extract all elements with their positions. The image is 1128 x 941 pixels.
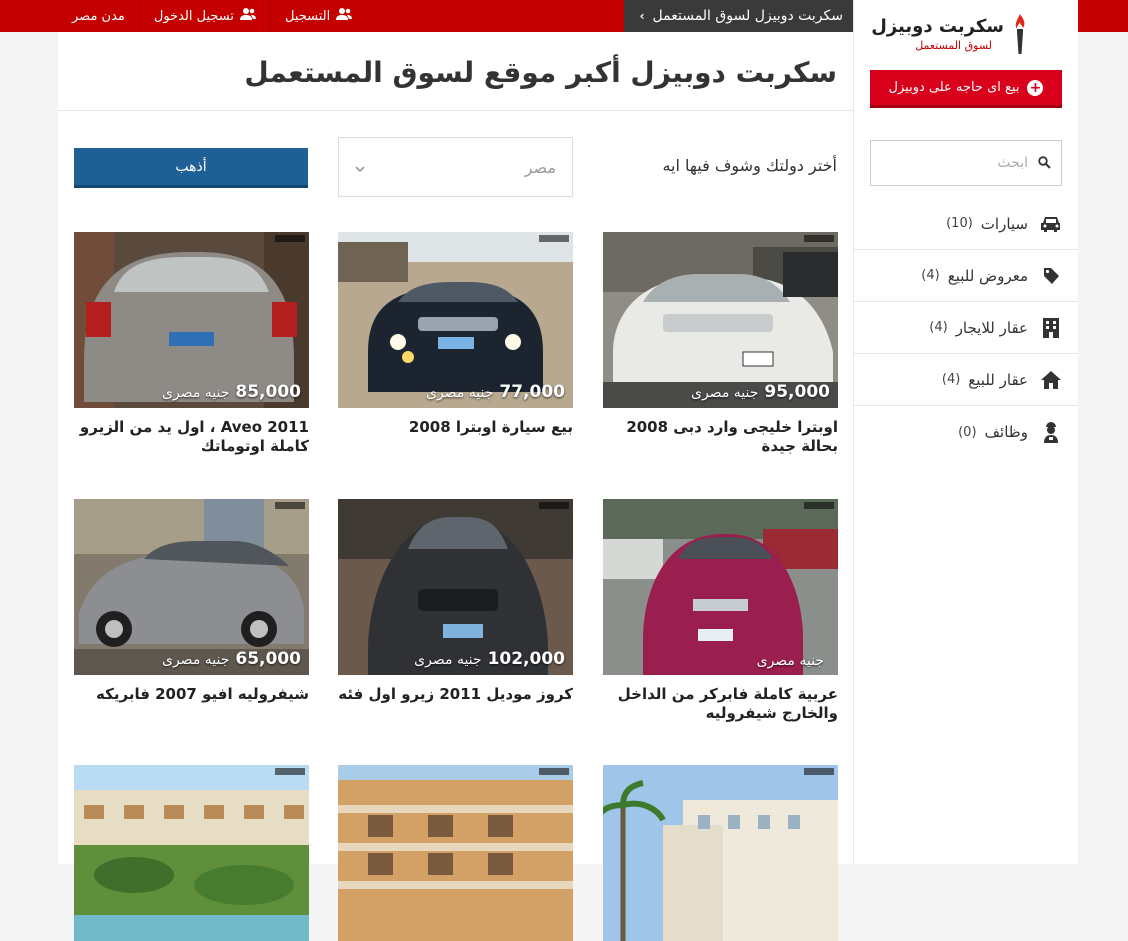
listing-title[interactable]: بيع سيارة اوبترا 2008 — [338, 418, 573, 437]
top-links: مدن مصر تسجيل الدخول التسجيل — [58, 0, 366, 32]
listing-title[interactable]: شيفروليه افيو 2007 فابريكه — [74, 685, 309, 704]
category-list: سيارات (10) معروض للبيع (4) عقار للايجار… — [854, 198, 1078, 458]
divider — [58, 110, 853, 111]
listing-image[interactable]: 65,000 جنيه مصرى — [74, 499, 309, 675]
watermark — [539, 502, 569, 509]
listing-price: 85,000 جنيه مصرى — [162, 382, 301, 402]
country-select[interactable]: مصر — [338, 137, 573, 197]
price-value: 102,000 — [487, 649, 565, 669]
chevron-left-icon: › — [639, 9, 645, 23]
site-title-text: سكربت دوبيزل لسوق المستعمل — [652, 8, 843, 24]
price-currency: جنيه مصرى — [162, 652, 230, 668]
category-rent[interactable]: عقار للايجار (4) — [854, 302, 1078, 354]
category-name: سيارات — [980, 214, 1028, 233]
price-value: 95,000 — [764, 382, 830, 402]
sell-button-label: بيع اى حاجه على دوبيزل — [888, 80, 1020, 95]
watermark — [539, 235, 569, 242]
category-count: (4) — [941, 372, 961, 387]
listing-image[interactable] — [603, 765, 838, 941]
listing-price: 77,000 جنيه مصرى — [426, 382, 565, 402]
listing-image[interactable]: جنيه مصرى — [603, 499, 838, 675]
category-for-sale[interactable]: معروض للبيع (4) — [854, 250, 1078, 302]
listing-title[interactable]: عربية كاملة فابركر من الداخل والخارج شيف… — [603, 685, 838, 723]
price-value: 77,000 — [499, 382, 565, 402]
sidebar: سكربت دوبيزل لسوق المستعمل + بيع اى حاجه… — [852, 0, 1078, 864]
watermark — [275, 768, 305, 775]
watermark — [275, 235, 305, 242]
search-input[interactable] — [852, 154, 1030, 172]
top-link-cities-label: مدن مصر — [72, 8, 125, 24]
category-count: (4) — [921, 268, 940, 283]
register-link[interactable]: التسجيل — [270, 0, 366, 32]
plus-circle-icon: + — [1027, 79, 1044, 96]
go-button[interactable]: أذهب — [74, 148, 308, 188]
price-value: 85,000 — [235, 382, 301, 402]
watermark — [804, 768, 834, 775]
listing-price: 102,000 جنيه مصرى — [414, 649, 565, 669]
watermark — [539, 768, 569, 775]
logo-sub-text: لسوق المستعمل — [915, 39, 992, 52]
top-link-cities[interactable]: مدن مصر — [58, 0, 139, 32]
category-name: عقار للايجار — [955, 318, 1028, 337]
listing-price: جنيه مصرى — [757, 653, 830, 669]
price-value: 65,000 — [235, 649, 301, 669]
listing-image[interactable]: 102,000 جنيه مصرى — [338, 499, 573, 675]
price-currency: جنيه مصرى — [756, 653, 824, 669]
listing-title[interactable]: كروز موديل 2011 زيرو اول فئه — [338, 685, 573, 704]
watermark — [275, 502, 305, 509]
tag-icon — [1040, 265, 1062, 287]
listing-image[interactable] — [74, 765, 309, 941]
listing-title[interactable]: اوبترا خليجى وارد دبى 2008 بحالة جيدة — [603, 418, 838, 456]
listing-image[interactable]: 85,000 جنيه مصرى — [74, 232, 309, 408]
category-jobs[interactable]: وظائف (0) — [854, 406, 1078, 458]
chevron-down-icon — [355, 158, 365, 177]
search-box — [852, 140, 1062, 186]
home-icon — [1040, 369, 1062, 391]
search-icon[interactable] — [1038, 154, 1051, 173]
listing-price: 65,000 جنيه مصرى — [162, 649, 301, 669]
country-select-value: مصر — [524, 157, 556, 177]
category-name: معروض للبيع — [947, 266, 1028, 285]
login-link-label: تسجيل الدخول — [153, 8, 234, 24]
listing-image[interactable]: 77,000 جنيه مصرى — [338, 232, 573, 408]
site-logo[interactable]: سكربت دوبيزل لسوق المستعمل — [871, 12, 1030, 58]
site-title-tab[interactable]: سكربت دوبيزل لسوق المستعمل › — [624, 0, 853, 32]
price-currency: جنيه مصرى — [414, 652, 482, 668]
price-currency: جنيه مصرى — [426, 385, 494, 401]
price-currency: جنيه مصرى — [162, 385, 230, 401]
sell-button[interactable]: + بيع اى حاجه على دوبيزل — [870, 70, 1062, 108]
register-link-label: التسجيل — [285, 8, 331, 24]
listing-price: 95,000 جنيه مصرى — [691, 382, 830, 402]
watermark — [804, 235, 834, 242]
category-count: (4) — [929, 320, 948, 335]
listing-image[interactable]: 95,000 جنيه مصرى — [603, 232, 838, 408]
listing-image[interactable] — [338, 765, 573, 941]
login-link[interactable]: تسجيل الدخول — [138, 0, 270, 32]
category-name: عقار للبيع — [968, 370, 1028, 389]
page-title: سكربت دوبيزل أكبر موقع لسوق المستعمل — [244, 56, 837, 89]
users-icon — [336, 7, 353, 25]
category-property-sale[interactable]: عقار للبيع (4) — [854, 354, 1078, 406]
logo-main-text: سكربت دوبيزل — [871, 16, 1004, 37]
category-count: (0) — [958, 424, 977, 440]
building-icon — [1040, 317, 1062, 339]
listing-title[interactable]: Aveo 2011 ، اول يد من الزيرو كاملة اوتوم… — [74, 418, 309, 456]
torch-icon — [1015, 14, 1025, 54]
watermark — [804, 502, 834, 509]
price-currency: جنيه مصرى — [691, 385, 759, 401]
category-name: وظائف — [984, 423, 1028, 441]
car-icon — [1040, 213, 1062, 235]
country-label: أختر دولتك وشوف فيها ايه — [662, 156, 837, 175]
category-cars[interactable]: سيارات (10) — [854, 198, 1078, 250]
users-icon — [240, 7, 256, 25]
category-count: (10) — [946, 216, 973, 231]
main-content: سكربت دوبيزل أكبر موقع لسوق المستعمل أخت… — [58, 32, 853, 941]
worker-icon — [1040, 421, 1062, 443]
